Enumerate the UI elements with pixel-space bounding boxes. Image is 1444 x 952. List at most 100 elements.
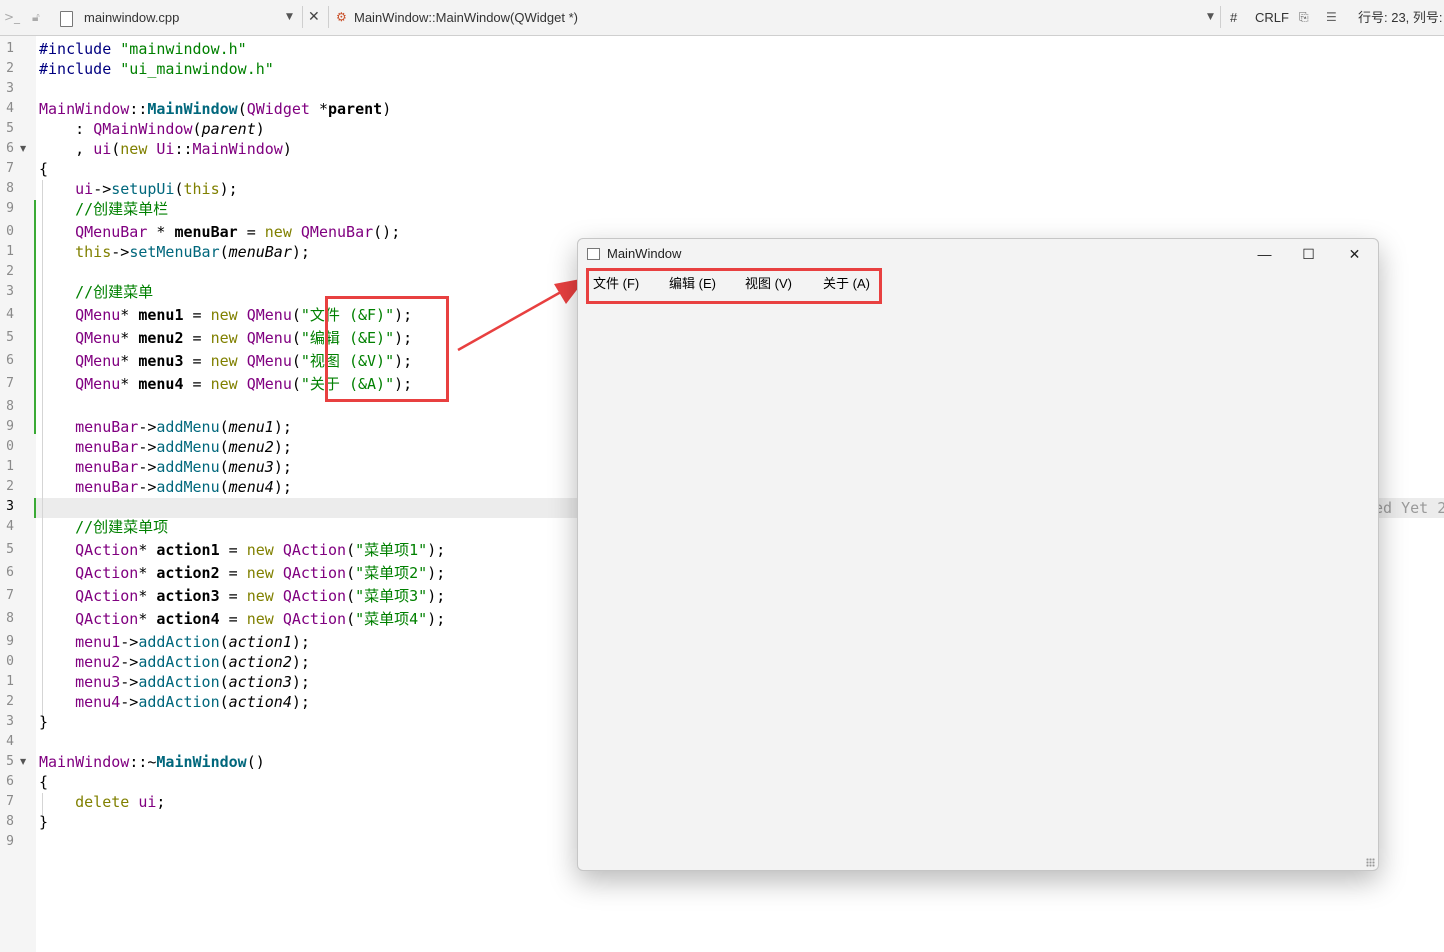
line-number: 4: [6, 101, 14, 116]
maximize-button[interactable]: ☐: [1286, 239, 1331, 269]
line-number: 0: [6, 439, 14, 454]
line-number: 3: [6, 284, 14, 299]
code-line[interactable]: ui->setupUi(this);: [39, 180, 238, 198]
line-number: 8: [6, 611, 14, 626]
lock-icon[interactable]: 🔓︎: [32, 0, 40, 35]
close-window-button[interactable]: ✕: [1332, 239, 1377, 269]
code-line[interactable]: menuBar->addMenu(menu4);: [39, 478, 292, 496]
document-outline-icon[interactable]: ☰: [1326, 0, 1337, 35]
line-number: 9: [6, 634, 14, 649]
code-line[interactable]: }: [39, 813, 48, 831]
line-number: 9: [6, 834, 14, 849]
inline-hint-text: ed Yet 2: [1374, 499, 1444, 517]
line-number: 3: [6, 499, 14, 514]
line-number: 4: [6, 307, 14, 322]
line-number: 6: [6, 565, 14, 580]
code-line[interactable]: : QMainWindow(parent): [39, 120, 265, 138]
code-line[interactable]: }: [39, 713, 48, 731]
line-number: 5: [6, 121, 14, 136]
line-number: 4: [6, 519, 14, 534]
modified-marker: [34, 324, 36, 434]
code-line[interactable]: //创建菜单: [39, 283, 153, 301]
code-line[interactable]: menuBar->addMenu(menu2);: [39, 438, 292, 456]
code-line[interactable]: delete ui;: [39, 793, 165, 811]
terminal-icon[interactable]: >_: [4, 0, 20, 35]
line-number: 8: [6, 814, 14, 829]
code-line[interactable]: , ui(new Ui::MainWindow): [39, 140, 292, 158]
code-line[interactable]: QAction* action4 = new QAction("菜单项4");: [39, 610, 445, 628]
function-symbol-icon: ⚙︎: [336, 10, 347, 24]
line-number: 5: [6, 542, 14, 557]
code-line[interactable]: MainWindow::~MainWindow(): [39, 753, 265, 771]
code-line[interactable]: #include "ui_mainwindow.h": [39, 60, 274, 78]
code-line[interactable]: menu1->addAction(action1);: [39, 633, 310, 651]
line-number: 6: [6, 141, 14, 156]
file-icon: [60, 11, 73, 27]
line-ending-selector[interactable]: CRLF: [1255, 0, 1289, 35]
chevron-down-icon[interactable]: ▼: [1207, 0, 1214, 35]
code-line[interactable]: QMenuBar * menuBar = new QMenuBar();: [39, 223, 400, 241]
line-number: 1: [6, 41, 14, 56]
code-line[interactable]: QAction* action3 = new QAction("菜单项3");: [39, 587, 445, 605]
chevron-down-icon[interactable]: ▼: [286, 0, 293, 35]
line-number: 5: [6, 330, 14, 345]
line-number: 0: [6, 224, 14, 239]
line-number: 8: [6, 399, 14, 414]
code-line[interactable]: this->setMenuBar(menuBar);: [39, 243, 310, 261]
line-number: 7: [6, 588, 14, 603]
title-bar[interactable]: MainWindow — ☐ ✕: [578, 239, 1378, 269]
file-encoding-icon[interactable]: ⎘: [1299, 0, 1309, 35]
code-line[interactable]: //创建菜单项: [39, 518, 168, 536]
toolbar-divider: [1220, 6, 1221, 28]
code-line[interactable]: menuBar->addMenu(menu3);: [39, 458, 292, 476]
code-line[interactable]: //创建菜单栏: [39, 200, 168, 218]
code-line[interactable]: {: [39, 773, 48, 791]
hash-button[interactable]: #: [1230, 0, 1237, 35]
line-number: 0: [6, 654, 14, 669]
line-number: 1: [6, 459, 14, 474]
line-number: 5: [6, 754, 14, 769]
code-line[interactable]: menu2->addAction(action2);: [39, 653, 310, 671]
code-line[interactable]: menu3->addAction(action3);: [39, 673, 310, 691]
line-number: 8: [6, 181, 14, 196]
resize-grip[interactable]: [1366, 858, 1375, 867]
line-number: 3: [6, 714, 14, 729]
main-window[interactable]: MainWindow — ☐ ✕ 文件 (F) 编辑 (E) 视图 (V) 关于…: [577, 238, 1379, 871]
toolbar-divider: [328, 6, 329, 28]
toolbar-divider: [302, 6, 303, 28]
editor-toolbar: >_ 🔓︎ mainwindow.cpp ▼ ✕ ⚙︎ MainWindow::…: [0, 0, 1444, 36]
code-line[interactable]: #include "mainwindow.h": [39, 40, 247, 58]
line-number: 1: [6, 674, 14, 689]
code-line[interactable]: QAction* action2 = new QAction("菜单项2");: [39, 564, 445, 582]
code-line[interactable]: menu4->addAction(action4);: [39, 693, 310, 711]
code-line[interactable]: QAction* action1 = new QAction("菜单项1");: [39, 541, 445, 559]
line-number: 6: [6, 774, 14, 789]
line-number: 9: [6, 201, 14, 216]
highlight-box-code: [325, 296, 449, 402]
function-selector[interactable]: MainWindow::MainWindow(QWidget *): [354, 0, 578, 35]
code-line[interactable]: MainWindow::MainWindow(QWidget *parent): [39, 100, 391, 118]
line-number: 1: [6, 244, 14, 259]
app-window-icon: [587, 248, 600, 260]
line-number: 4: [6, 734, 14, 749]
line-number: 7: [6, 794, 14, 809]
line-number: 9: [6, 419, 14, 434]
fold-arrow-icon[interactable]: ▼: [20, 753, 26, 771]
modified-marker: [34, 498, 36, 518]
modified-marker: [34, 200, 36, 324]
line-number: 7: [6, 376, 14, 391]
window-title: MainWindow: [607, 246, 682, 261]
code-line[interactable]: {: [39, 160, 48, 178]
line-number: 2: [6, 694, 14, 709]
fold-arrow-icon[interactable]: ▼: [20, 140, 26, 158]
line-number: 2: [6, 264, 14, 279]
line-number: 6: [6, 353, 14, 368]
highlight-box-menubar: [586, 268, 882, 304]
file-name-label[interactable]: mainwindow.cpp: [84, 0, 179, 35]
minimize-button[interactable]: —: [1242, 239, 1287, 269]
close-document-button[interactable]: ✕: [308, 0, 320, 35]
cursor-position-label[interactable]: 行号: 23, 列号:: [1358, 0, 1443, 35]
line-number: 3: [6, 81, 14, 96]
code-line[interactable]: menuBar->addMenu(menu1);: [39, 418, 292, 436]
line-number: 2: [6, 479, 14, 494]
